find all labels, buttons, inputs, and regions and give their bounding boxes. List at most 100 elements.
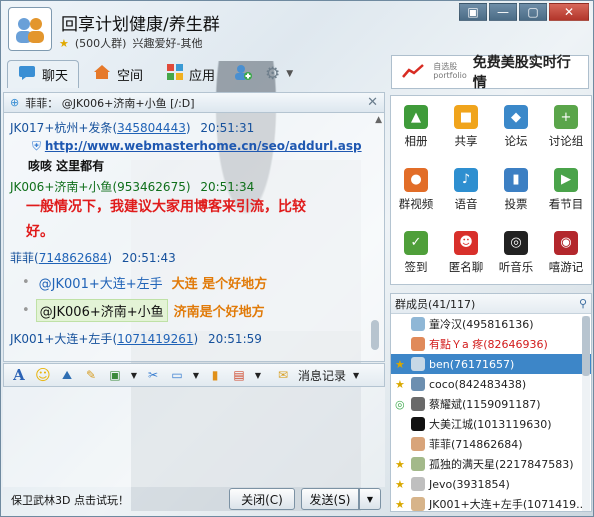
font-icon[interactable]: A <box>10 366 28 384</box>
chat-scrollbar[interactable]: ▲ <box>371 115 382 359</box>
app-label: 嘻游记 <box>548 259 584 274</box>
monitor-icon[interactable]: ▭ <box>168 366 186 384</box>
main-tabs: 聊天 空间 应用 ⚙ ▼ <box>7 60 297 88</box>
close-window-button[interactable]: ✕ <box>549 3 589 21</box>
avatar <box>411 317 425 331</box>
member-item[interactable]: ◎ 蔡耀斌(1159091187) <box>391 394 591 414</box>
add-member-button[interactable] <box>229 60 257 88</box>
tab-chat[interactable]: 聊天 <box>7 60 80 88</box>
avatar <box>411 377 425 391</box>
screenshot-icon[interactable]: ✂ <box>144 366 162 384</box>
app-forum[interactable]: ◆ 论坛 <box>491 96 541 159</box>
sender-uid[interactable]: 953462675 <box>117 180 186 194</box>
film-icon: ▶ <box>554 167 578 192</box>
chevron-down-icon[interactable]: ▼ <box>192 366 200 384</box>
avatar <box>411 357 425 371</box>
chart-icon[interactable]: ▮ <box>206 366 224 384</box>
member-item[interactable]: ★ JK001+大连+左手(1071419... <box>391 494 591 511</box>
members-scrollbar[interactable] <box>582 316 590 511</box>
member-item[interactable]: 大美江城(1013119630) <box>391 414 591 434</box>
member-name: 大美江城(1013119630) <box>429 418 552 431</box>
app-label: 签到 <box>404 259 428 274</box>
member-name: coco(842483438) <box>429 377 527 391</box>
app-music[interactable]: ◎ 听音乐 <box>491 221 541 284</box>
send-options-button[interactable]: ▼ <box>359 488 381 510</box>
apps-icon <box>167 64 184 84</box>
ticket-icon[interactable]: ▤ <box>230 366 248 384</box>
group-avatar-icon <box>16 18 44 43</box>
sender-uid[interactable]: 714862684 <box>39 251 108 265</box>
chevron-down-icon: ▼ <box>366 494 374 504</box>
message-input[interactable] <box>3 387 385 487</box>
sender-uid[interactable]: 1071419261 <box>117 332 193 346</box>
app-share[interactable]: ■ 共享 <box>441 96 491 159</box>
app-label: 语音 <box>454 196 478 211</box>
message-time: 20:51:31 <box>200 121 255 135</box>
promo-link[interactable]: 保卫武林3D 点击试玩！ <box>11 492 129 508</box>
chevron-down-icon[interactable]: ▼ <box>130 366 138 384</box>
chevron-down-icon[interactable]: ▼ <box>254 366 262 384</box>
app-label: 相册 <box>404 134 428 149</box>
member-name: JK001+大连+左手(1071419... <box>429 498 587 511</box>
app-discussion[interactable]: + 讨论组 <box>541 96 591 159</box>
history-icon[interactable]: ✉ <box>274 366 292 384</box>
app-checkin[interactable]: ✓ 签到 <box>391 221 441 284</box>
app-vote[interactable]: ▮ 投票 <box>491 159 541 222</box>
message-body: • @JK001+大连+左手 大连 是个好地方 <box>22 272 378 293</box>
history-button[interactable]: 消息记录 <box>298 367 346 384</box>
members-title: 群成员(41/117) <box>395 297 476 311</box>
app-video[interactable]: ● 群视频 <box>391 159 441 222</box>
shield-icon: ⛨ <box>32 139 42 153</box>
sender-uid[interactable]: 345804443 <box>117 121 186 135</box>
video-icon: ● <box>404 167 428 192</box>
app-anonymous[interactable]: ☻ 匿名聊 <box>441 221 491 284</box>
emoji-icon[interactable]: ☺ <box>34 366 52 384</box>
chevron-down-icon[interactable]: ▼ <box>352 366 360 384</box>
member-item[interactable]: ★ 孤独的满天星(2217847583) <box>391 454 591 474</box>
member-item[interactable]: ★ ben(76171657) <box>391 354 591 374</box>
send-button[interactable]: 发送(S) <box>301 488 359 510</box>
avatar <box>411 457 425 471</box>
minimize-button[interactable]: — <box>489 3 517 21</box>
message-text: 大连 是个好地方 <box>171 277 268 292</box>
chevron-down-icon: ▼ <box>286 69 294 79</box>
group-avatar[interactable] <box>8 7 52 51</box>
shake-icon[interactable]: ⛰ <box>58 366 76 384</box>
edit-icon[interactable]: ✎ <box>82 366 100 384</box>
settings-button[interactable]: ⚙ ▼ <box>261 60 297 88</box>
chat-header-text: 菲菲： @JK006+济南+小鱼 [/:D] <box>25 96 195 110</box>
close-button[interactable]: 关闭(C) <box>229 488 295 510</box>
search-icon[interactable]: ⚲ <box>579 297 587 310</box>
app-shows[interactable]: ▶ 看节目 <box>541 159 591 222</box>
app-album[interactable]: ▲ 相册 <box>391 96 441 159</box>
member-item[interactable]: ★ Jevo(3931854) <box>391 474 591 494</box>
message-link[interactable]: http://www.webmasterhome.cn/seo/addurl.a… <box>45 139 362 153</box>
skin-button[interactable]: ▣ <box>459 3 487 21</box>
member-item[interactable]: 有點Ｙa 疼(82646936) <box>391 334 591 354</box>
app-label: 看节目 <box>548 196 584 211</box>
tab-space[interactable]: 空间 <box>83 60 153 88</box>
sender-name: JK006+济南+小鱼 <box>10 180 113 194</box>
star-icon: ★ <box>395 497 405 511</box>
members-header: 群成员(41/117) ⚲ <box>391 294 591 314</box>
app-voice[interactable]: ♪ 语音 <box>441 159 491 222</box>
message-list: JK017+杭州+发条(345804443) 20:51:31 ⛨ http:/… <box>4 113 384 361</box>
add-user-icon <box>233 63 253 85</box>
scroll-up-icon[interactable]: ▲ <box>375 115 382 125</box>
mention[interactable]: @JK001+大连+左手 <box>36 272 166 293</box>
mention[interactable]: @JK006+济南+小鱼 <box>35 299 168 322</box>
app-game[interactable]: ◉ 嘻游记 <box>541 221 591 284</box>
mask-icon: ☻ <box>454 230 478 255</box>
ad-banner[interactable]: 自选股 portfolio 免费美股实时行情 <box>391 55 589 91</box>
sender-name: 菲菲 <box>10 251 35 265</box>
members-scroll-thumb[interactable] <box>582 316 590 376</box>
expand-icon[interactable]: ⊕ <box>10 96 19 109</box>
close-icon[interactable]: ✕ <box>367 95 378 110</box>
member-item[interactable]: 童冷汉(495816136) <box>391 314 591 334</box>
member-item[interactable]: 菲菲(714862684) <box>391 434 591 454</box>
chat-scroll-thumb[interactable] <box>371 320 379 350</box>
member-item[interactable]: ★ coco(842483438) <box>391 374 591 394</box>
maximize-button[interactable]: ▢ <box>519 3 547 21</box>
tab-apps[interactable]: 应用 <box>157 60 225 88</box>
image-icon[interactable]: ▣ <box>106 366 124 384</box>
